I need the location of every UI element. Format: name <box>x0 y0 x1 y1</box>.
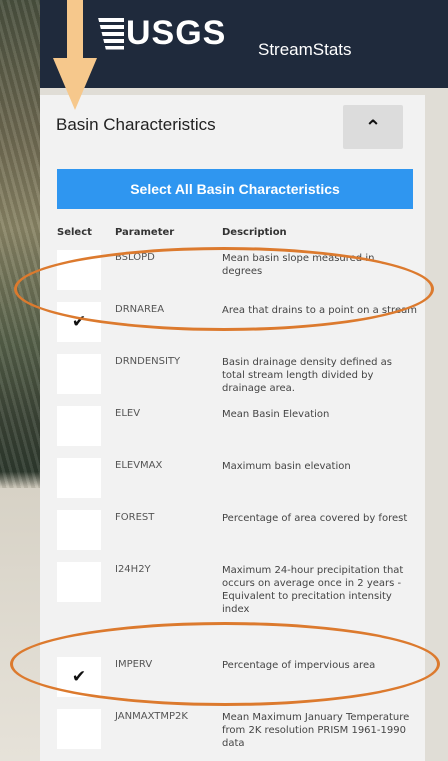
column-header-description: Description <box>222 227 287 238</box>
highlight-ellipse-imperv <box>10 622 440 706</box>
parameter-code: ELEVMAX <box>115 460 163 471</box>
select-checkbox[interactable] <box>57 458 101 498</box>
annotation-arrow-shaft <box>67 0 83 62</box>
parameter-description: Maximum basin elevation <box>222 461 351 472</box>
select-checkbox[interactable] <box>57 709 101 749</box>
usgs-logo[interactable]: USGS <box>98 14 226 53</box>
select-checkbox[interactable] <box>57 562 101 602</box>
usgs-logo-icon <box>98 17 124 50</box>
parameter-description: Mean Maximum January Temperature from 2K… <box>222 712 410 749</box>
column-header-select: Select <box>57 227 92 238</box>
parameter-code: DRNDENSITY <box>115 356 181 367</box>
select-all-button[interactable]: Select All Basin Characteristics <box>57 169 413 209</box>
parameter-code: I24H2Y <box>115 564 151 575</box>
logo-text: USGS <box>126 14 227 52</box>
collapse-button[interactable]: ⌃ <box>343 105 403 149</box>
annotation-arrow-head <box>53 58 97 110</box>
parameter-description: Percentage of area covered by forest <box>222 513 408 524</box>
background-photo-lower <box>0 488 40 761</box>
select-checkbox[interactable] <box>57 354 101 394</box>
parameter-description: Basin drainage density defined as total … <box>222 357 392 394</box>
panel-title: Basin Characteristics <box>56 115 216 134</box>
select-checkbox[interactable] <box>57 510 101 550</box>
app-name: StreamStats <box>258 40 352 59</box>
parameter-description: Mean Basin Elevation <box>222 409 330 420</box>
select-checkbox[interactable] <box>57 406 101 446</box>
parameter-code: JANMAXTMP2K <box>115 711 188 722</box>
column-header-parameter: Parameter <box>115 227 175 238</box>
app-header: USGS StreamStats <box>40 0 448 88</box>
highlight-ellipse-drnarea <box>14 247 434 331</box>
parameter-description: Maximum 24-hour precipitation that occur… <box>222 565 404 615</box>
chevron-up-icon: ⌃ <box>364 115 382 139</box>
parameter-code: ELEV <box>115 408 141 419</box>
parameter-code: FOREST <box>115 512 155 523</box>
